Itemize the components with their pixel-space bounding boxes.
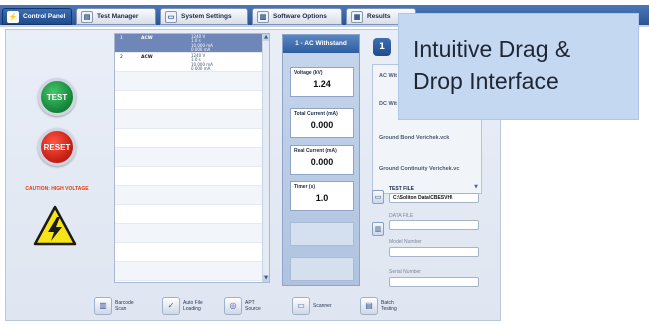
batch-testing-button[interactable]: ▤ Batch Testing [360, 295, 397, 317]
voltage-value: 1.24 [313, 79, 331, 89]
total-current-field[interactable]: Total Current (mA) 0.000 [290, 108, 354, 138]
total-current-label: Total Current (mA) [294, 111, 338, 117]
row-number: 1 [120, 36, 123, 41]
total-current-value: 0.000 [310, 120, 334, 130]
tab-label: System Settings [181, 13, 232, 20]
data-file-label: DATA FILE [389, 213, 414, 219]
source-icon: ◎ [224, 297, 242, 315]
empty-row[interactable] [115, 186, 263, 205]
batch-icon: ▤ [360, 297, 378, 315]
folder-icon: ▤ [81, 11, 93, 23]
file-icon[interactable]: ▭ [372, 190, 384, 204]
detail-title: 1 - AC Withstand [283, 35, 359, 53]
timer-label: Timer (s) [294, 184, 316, 190]
caption-line: Drop Interface [413, 68, 559, 94]
barcode-scan-button[interactable]: ▥ Barcode Scan [94, 295, 134, 317]
tool-label: Batch Testing [381, 300, 397, 312]
test-button[interactable]: TEST [38, 78, 76, 116]
voltage-field[interactable]: Voltage (kV) 1.24 [290, 67, 354, 97]
tab-system-settings[interactable]: ▭ System Settings [160, 8, 248, 25]
test-detail-panel: 1 - AC Withstand Voltage (kV) 1.24 Total… [282, 34, 360, 286]
auto-file-loading-button[interactable]: ✓ Auto File Loading [162, 295, 203, 317]
empty-row[interactable] [115, 243, 263, 262]
tab-label: Software Options [273, 13, 327, 20]
test-file-field[interactable]: C:\Soliton Data\CBESVH\ [389, 193, 479, 203]
tool-label: Scanner [313, 303, 332, 309]
row-detail: 1240 V 1.0 s 10.000 mA 0.000 mA [191, 53, 213, 72]
real-current-label: Real Current (mA) [294, 148, 337, 154]
row-type: ACW [141, 36, 153, 41]
blank-field[interactable] [290, 257, 354, 281]
tool-label: APT Source [245, 300, 261, 312]
scroll-down-icon[interactable]: ▼ [263, 275, 269, 282]
high-voltage-icon [33, 205, 77, 246]
monitor-icon: ▭ [165, 11, 177, 23]
empty-row[interactable] [115, 91, 263, 110]
test-row[interactable]: 2 ACW 1240 V 1.0 s 10.000 mA 0.000 mA [115, 53, 263, 72]
empty-row[interactable] [115, 167, 263, 186]
caption-line: Intuitive Drag & [413, 36, 571, 62]
library-item[interactable]: Ground Continuity Verichek.vc [379, 166, 475, 172]
reset-button[interactable]: RESET [38, 128, 76, 166]
data-file-field[interactable] [389, 220, 479, 230]
row-type: ACW [141, 55, 153, 60]
tab-label: Test Manager [97, 13, 139, 20]
chart-icon: ▦ [351, 11, 363, 23]
scanner-icon: ▭ [292, 297, 310, 315]
scanner-button[interactable]: ▭ Scanner [292, 295, 332, 317]
blank-field[interactable] [290, 222, 354, 246]
app-window: ⚡ Control Panel ▤ Test Manager ▭ System … [0, 0, 649, 324]
empty-row[interactable] [115, 129, 263, 148]
tool-label: Auto File Loading [183, 300, 203, 312]
empty-row[interactable] [115, 205, 263, 224]
model-number-field[interactable] [389, 247, 479, 257]
real-current-value: 0.000 [310, 157, 334, 167]
scroll-up-icon[interactable]: ▲ [263, 34, 269, 41]
chevron-down-icon[interactable]: ▼ [474, 184, 478, 190]
test-list-scrollbar[interactable]: ▲ ▼ [262, 34, 269, 282]
serial-number-field[interactable] [389, 277, 479, 287]
barcode-icon: ▥ [94, 297, 112, 315]
test-row[interactable]: 1 ACW 1240 V 1.0 s 10.000 mA 0.000 mA [115, 34, 263, 53]
tab-control-panel[interactable]: ⚡ Control Panel [2, 8, 72, 25]
real-current-field[interactable]: Real Current (mA) 0.000 [290, 145, 354, 175]
empty-row[interactable] [115, 148, 263, 167]
empty-row[interactable] [115, 110, 263, 129]
empty-row[interactable] [115, 224, 263, 243]
row-detail: 1240 V 1.0 s 10.000 mA 0.000 mA [191, 34, 213, 53]
library-item[interactable]: Ground Bond Verichek.vck [379, 135, 475, 141]
tab-label: Control Panel [23, 13, 66, 20]
serial-number-label: Serial Number [389, 269, 421, 275]
timer-field[interactable]: Timer (s) 1.0 [290, 181, 354, 211]
tool-label: Barcode Scan [115, 300, 134, 312]
empty-row[interactable] [115, 72, 263, 91]
bars-icon: ▥ [257, 11, 269, 23]
tab-label: Results [367, 13, 391, 20]
test-list[interactable]: 1 ACW 1240 V 1.0 s 10.000 mA 0.000 mA 2 … [114, 33, 270, 283]
lightning-icon: ⚡ [7, 11, 19, 23]
caution-label: CAUTION: HIGH VOLTAGE [25, 186, 89, 192]
voltage-label: Voltage (kV) [294, 70, 323, 76]
empty-row[interactable] [115, 262, 263, 281]
test-file-label: TEST FILE [389, 186, 414, 192]
tab-test-manager[interactable]: ▤ Test Manager [76, 8, 156, 25]
step-number-badge: 1 [373, 38, 391, 56]
checklist-icon: ✓ [162, 297, 180, 315]
model-number-label: Model Number [389, 239, 422, 245]
data-file-icon[interactable]: ▥ [372, 222, 384, 236]
row-number: 2 [120, 55, 123, 60]
feature-caption: Intuitive Drag & Drop Interface [398, 13, 639, 120]
tab-software-options[interactable]: ▥ Software Options [252, 8, 342, 25]
timer-value: 1.0 [315, 193, 329, 203]
apt-source-button[interactable]: ◎ APT Source [224, 295, 261, 317]
